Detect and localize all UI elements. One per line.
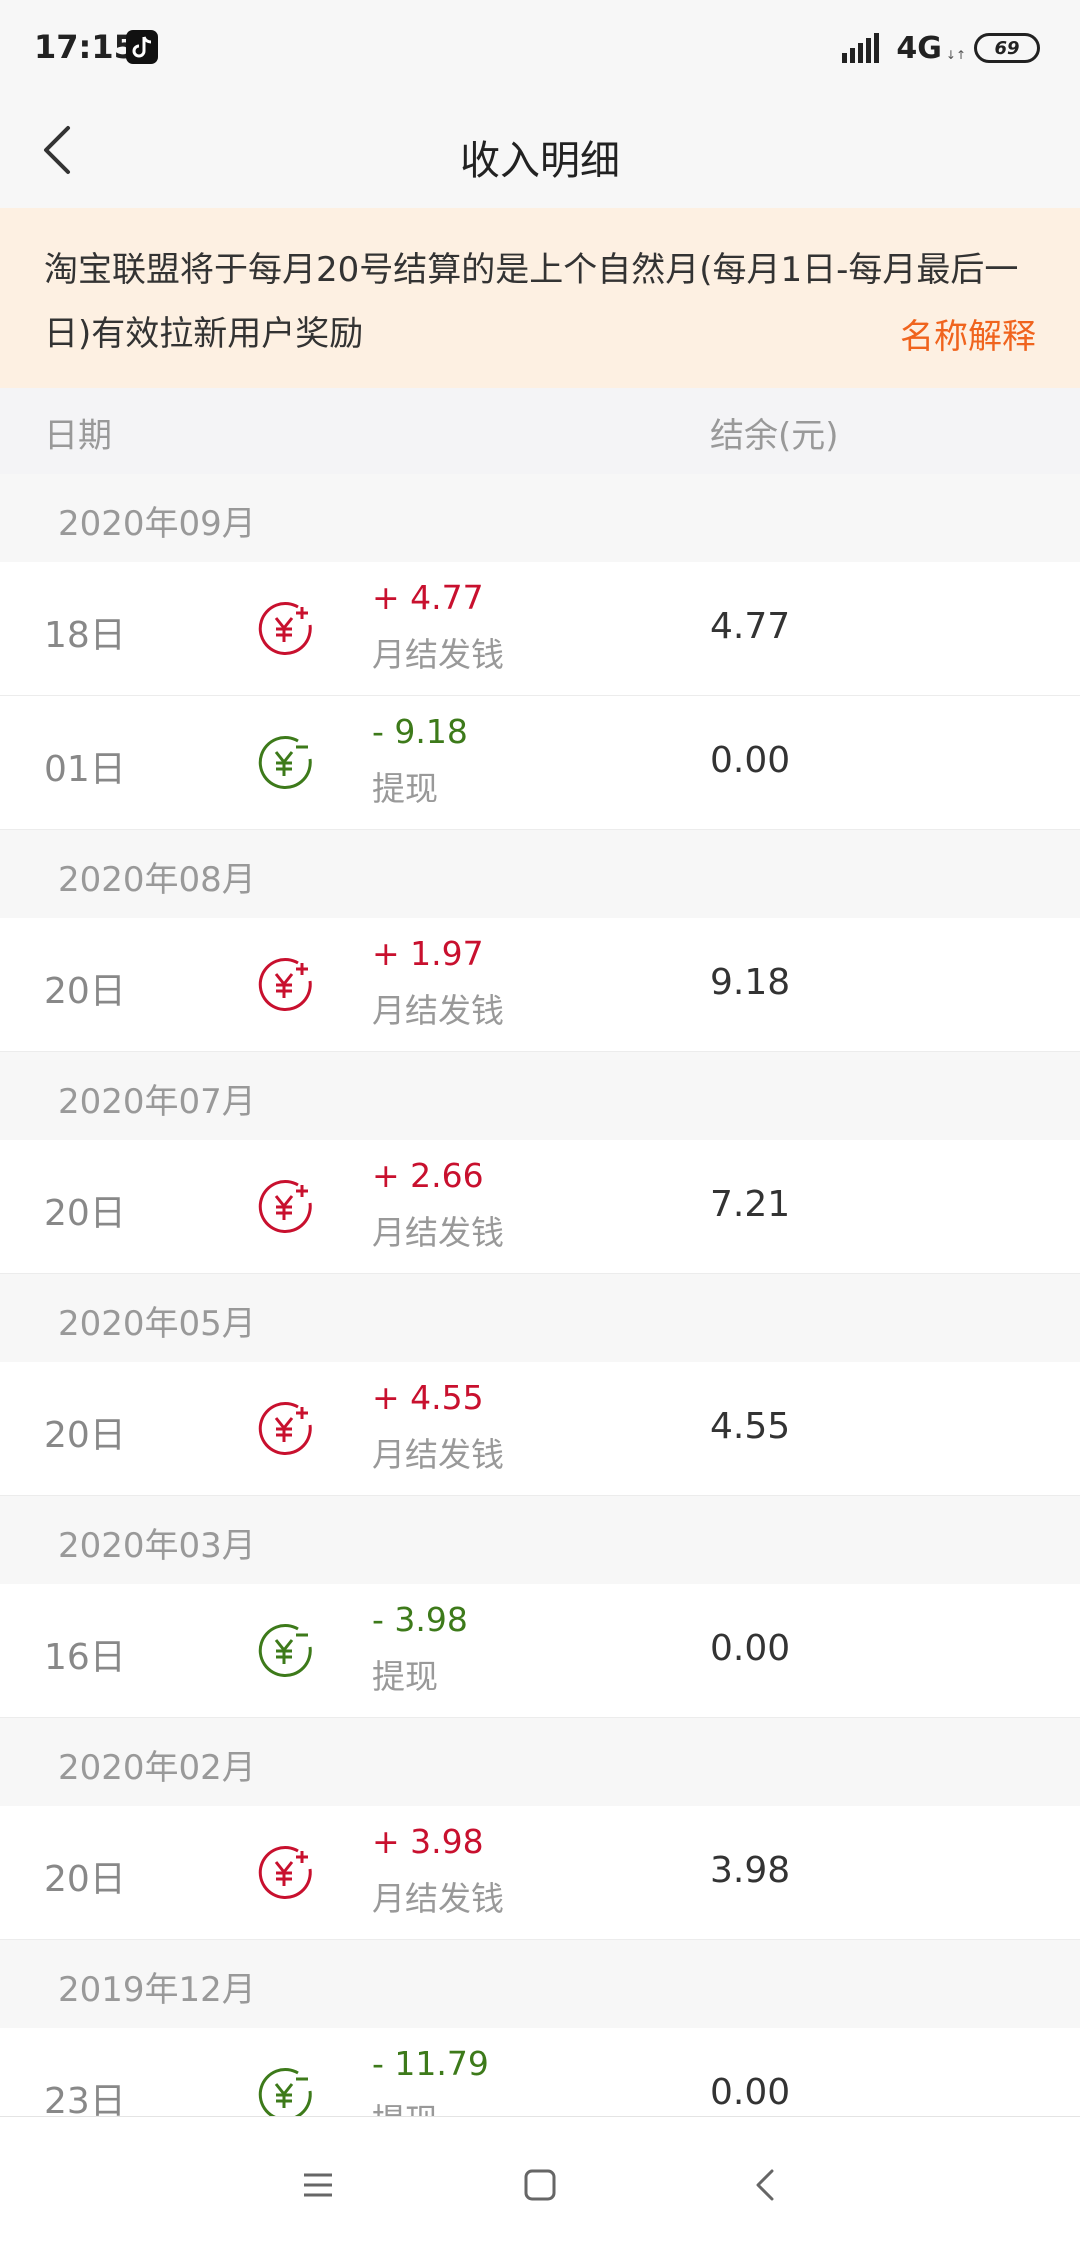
transaction-amount: + 3.98 <box>372 1822 484 1861</box>
transaction-balance: 0.00 <box>710 740 791 781</box>
network-activity-icon: ↓↑ <box>945 48 966 62</box>
transaction-row[interactable]: 20日 + 1.97 月结发钱 9.18 <box>0 918 1080 1052</box>
transaction-type: 月结发钱 <box>372 1213 504 1252</box>
transaction-day: 16日 <box>44 1637 126 1678</box>
notice-text: 淘宝联盟将于每月20号结算的是上个自然月(每月1日-每月最后一日)有效拉新用户奖… <box>44 250 1019 354</box>
transaction-row[interactable]: 01日 - 9.18 提现 0.00 <box>0 696 1080 830</box>
home-square-icon[interactable] <box>512 2157 568 2213</box>
transaction-row[interactable]: 16日 - 3.98 提现 0.00 <box>0 1584 1080 1718</box>
yuan-minus-icon <box>254 732 316 794</box>
income-list: 2020年09月 18日 + 4.77 月结发钱 4.77 01日 - 9.18 提现 0.00… <box>0 474 1080 2162</box>
transaction-amount: + 4.55 <box>372 1378 484 1417</box>
transaction-balance: 7.21 <box>710 1184 791 1225</box>
month-label: 2020年02月 <box>58 1748 256 1788</box>
transaction-day: 20日 <box>44 1859 126 1900</box>
transaction-amount: - 9.18 <box>372 712 468 751</box>
transaction-amount: - 11.79 <box>372 2044 489 2083</box>
yuan-plus-icon <box>254 954 316 1016</box>
transaction-type: 月结发钱 <box>372 991 504 1030</box>
column-date: 日期 <box>44 416 112 456</box>
transaction-amount: - 3.98 <box>372 1600 468 1639</box>
transaction-row[interactable]: 20日 + 3.98 月结发钱 3.98 <box>0 1806 1080 1940</box>
transaction-type: 月结发钱 <box>372 1879 504 1918</box>
transaction-day: 20日 <box>44 971 126 1012</box>
menu-icon[interactable] <box>290 2157 346 2213</box>
transaction-balance: 0.00 <box>710 1628 791 1669</box>
transaction-amount: + 4.77 <box>372 578 484 617</box>
month-label: 2019年12月 <box>58 1970 256 2010</box>
column-header: 日期 结余(元) <box>0 388 1080 474</box>
yuan-minus-icon <box>254 1620 316 1682</box>
transaction-row[interactable]: 18日 + 4.77 月结发钱 4.77 <box>0 562 1080 696</box>
yuan-plus-icon <box>254 1842 316 1904</box>
transaction-day: 20日 <box>44 1193 126 1234</box>
month-label: 2020年05月 <box>58 1304 256 1344</box>
battery-icon: 69 <box>974 33 1040 63</box>
month-header: 2020年03月 <box>0 1496 1080 1584</box>
month-label: 2020年07月 <box>58 1082 256 1122</box>
settlement-notice: 淘宝联盟将于每月20号结算的是上个自然月(每月1日-每月最后一日)有效拉新用户奖… <box>0 208 1080 388</box>
month-label: 2020年09月 <box>58 504 256 544</box>
transaction-balance: 4.55 <box>710 1406 791 1447</box>
column-balance: 结余(元) <box>710 416 839 456</box>
battery-level: 69 <box>994 37 1020 59</box>
transaction-row[interactable]: 20日 + 4.55 月结发钱 4.55 <box>0 1362 1080 1496</box>
transaction-amount: + 2.66 <box>372 1156 484 1195</box>
month-header: 2020年05月 <box>0 1274 1080 1362</box>
transaction-balance: 3.98 <box>710 1850 791 1891</box>
status-time: 17:15 <box>34 28 136 66</box>
transaction-balance: 0.00 <box>710 2072 791 2113</box>
month-header: 2020年07月 <box>0 1052 1080 1140</box>
transaction-day: 01日 <box>44 749 126 790</box>
transaction-row[interactable]: 20日 + 2.66 月结发钱 7.21 <box>0 1140 1080 1274</box>
page-title: 收入明细 <box>460 138 620 184</box>
transaction-day: 20日 <box>44 1415 126 1456</box>
transaction-type: 提现 <box>372 769 438 808</box>
network-type: 4G <box>896 30 942 66</box>
yuan-plus-icon <box>254 598 316 660</box>
transaction-balance: 4.77 <box>710 606 791 647</box>
month-label: 2020年08月 <box>58 860 256 900</box>
month-header: 2020年09月 <box>0 474 1080 562</box>
transaction-day: 18日 <box>44 615 126 656</box>
month-header: 2020年02月 <box>0 1718 1080 1806</box>
back-triangle-icon[interactable] <box>738 2157 794 2213</box>
transaction-type: 月结发钱 <box>372 635 504 674</box>
app-header: 收入明细 <box>0 94 1080 208</box>
transaction-amount: + 1.97 <box>372 934 484 973</box>
system-nav-bar <box>0 2116 1080 2248</box>
transaction-type: 提现 <box>372 1657 438 1696</box>
yuan-plus-icon <box>254 1398 316 1460</box>
month-header: 2020年08月 <box>0 830 1080 918</box>
transaction-balance: 9.18 <box>710 962 791 1003</box>
month-header: 2019年12月 <box>0 1940 1080 2028</box>
tiktok-notification-icon <box>126 30 158 64</box>
status-bar: 17:15 4G ↓↑ 69 <box>0 0 1080 94</box>
month-label: 2020年03月 <box>58 1526 256 1566</box>
yuan-plus-icon <box>254 1176 316 1238</box>
term-explanation-link[interactable]: 名称解释 <box>900 309 1036 358</box>
transaction-type: 月结发钱 <box>372 1435 504 1474</box>
signal-icon <box>842 33 880 63</box>
